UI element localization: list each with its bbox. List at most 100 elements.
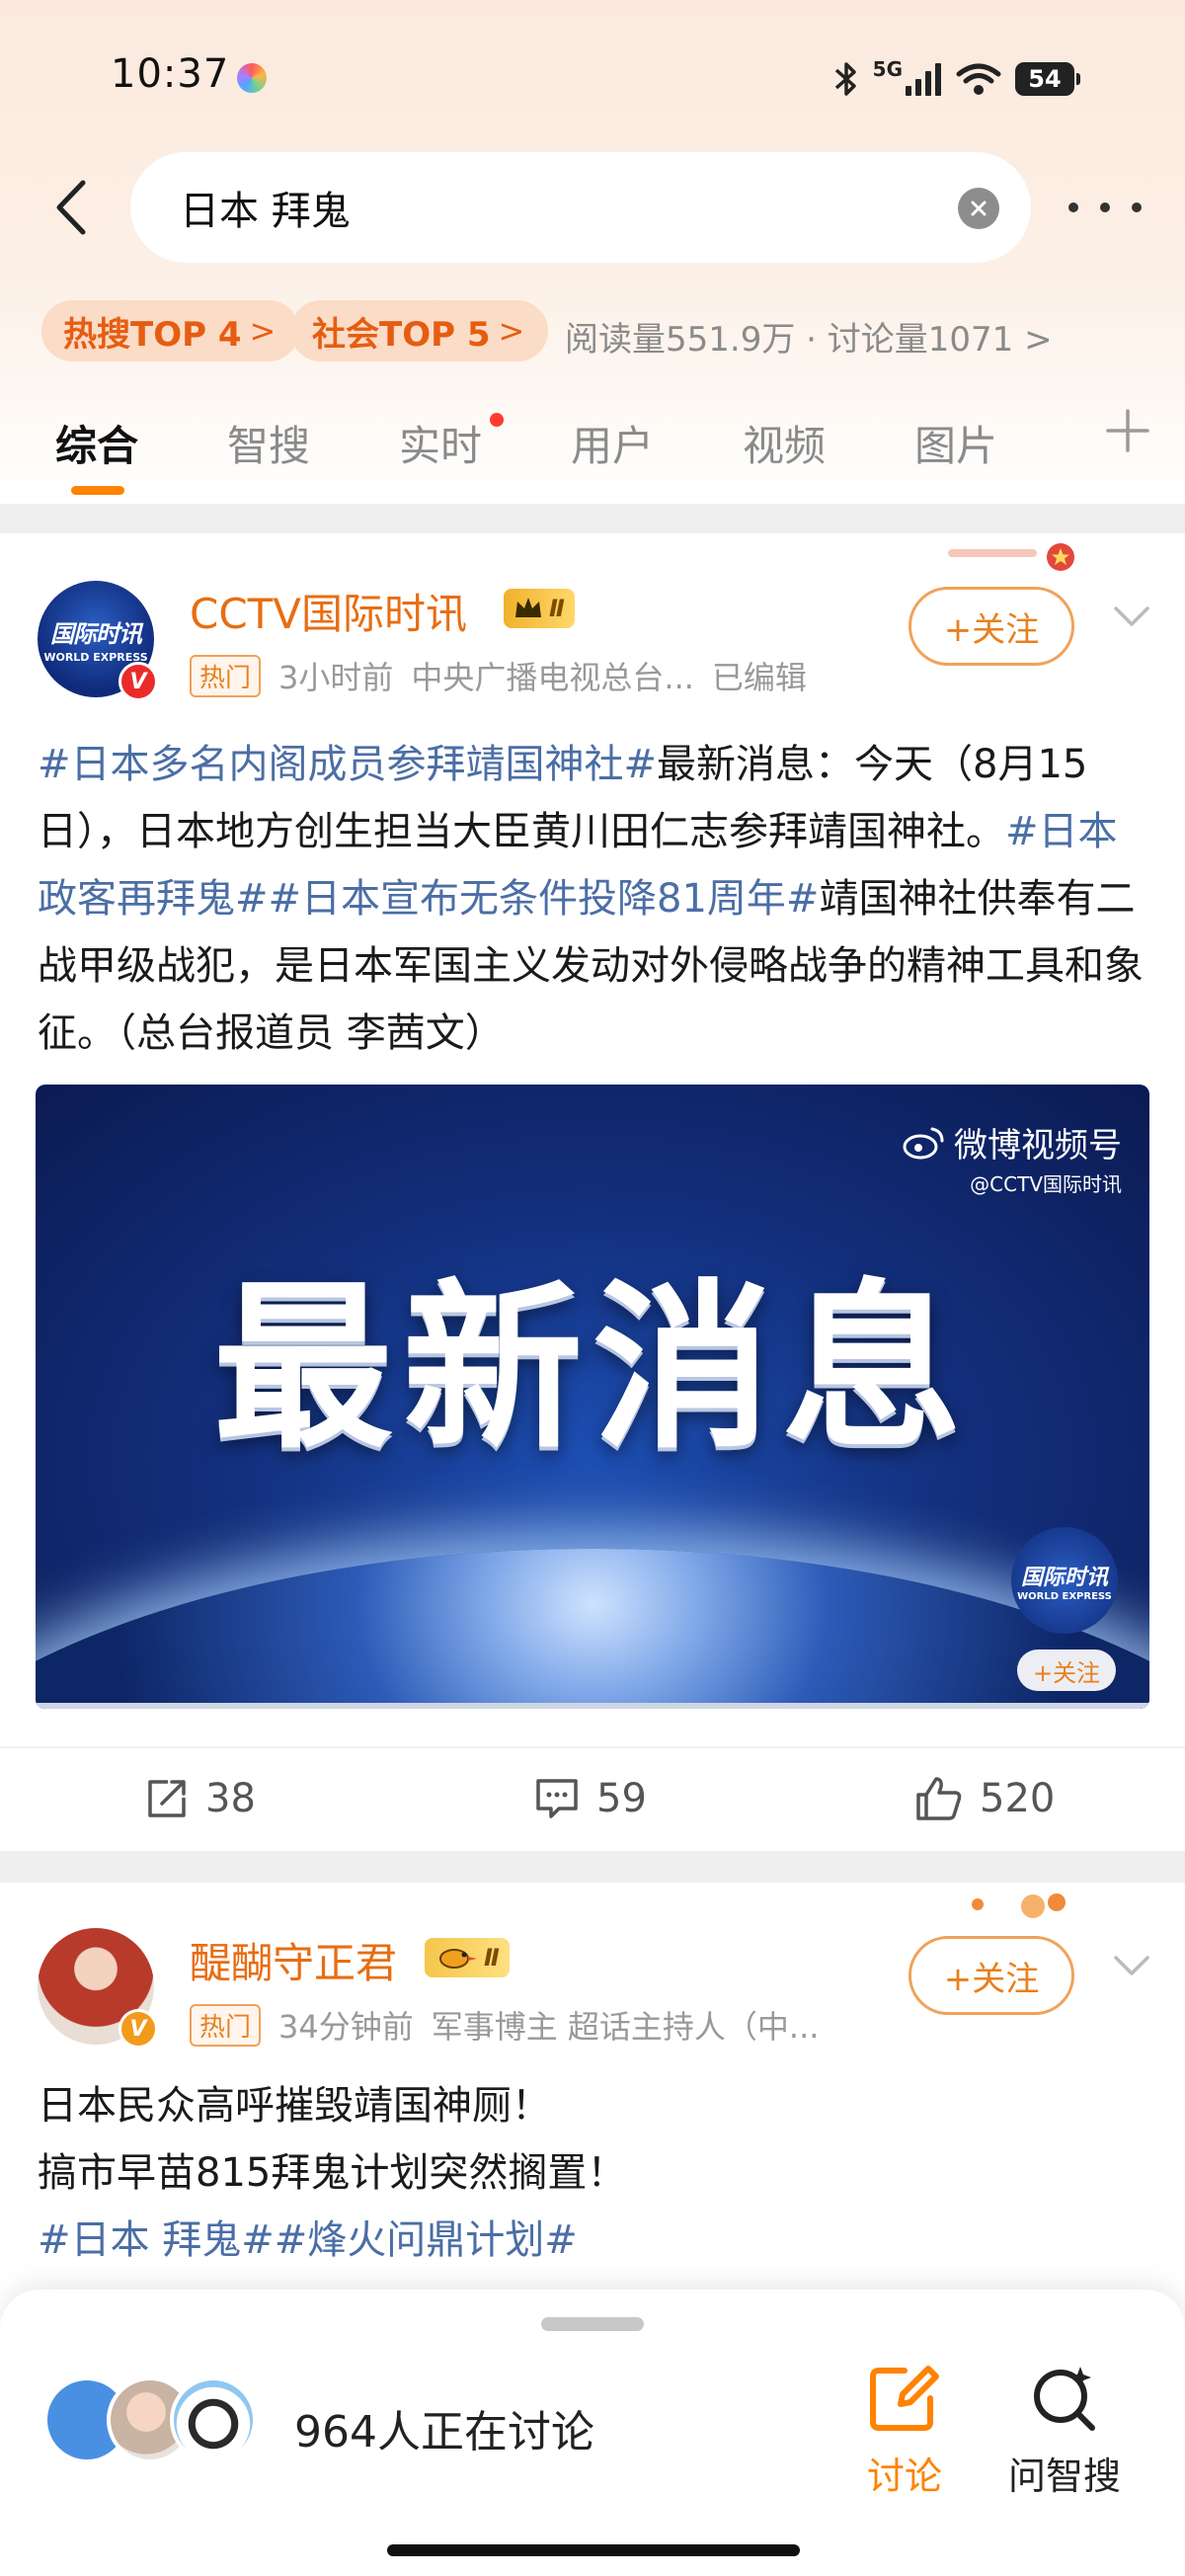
post-meta: 热门 34分钟前 军事博主 超话主持人（中... xyxy=(190,2003,820,2047)
topic-link[interactable]: #烽火问鼎计划# xyxy=(275,2217,578,2263)
avatar[interactable]: 国际时讯 WORLD EXPRESS V xyxy=(38,581,158,701)
channel-logo: 国际时讯 WORLD EXPRESS xyxy=(1011,1527,1118,1634)
video-thumbnail[interactable]: 微博视频号 @CCTV国际时讯 最新消息 国际时讯 WORLD EXPRESS … xyxy=(36,1085,1149,1709)
discuss-button[interactable]: 讨论 xyxy=(835,2363,974,2531)
header: 10:37 5G 54 日本 拜鬼 热搜TOP 4 > 社会TOP 5 > 阅读… xyxy=(0,0,1185,504)
ask-label: 问智搜 xyxy=(1007,2455,1121,2498)
follow-button[interactable]: +关注 xyxy=(908,1936,1074,2015)
comment-count: 59 xyxy=(596,1776,647,1821)
society-label: 社会TOP 5 xyxy=(312,314,491,355)
status-bar: 10:37 5G 54 xyxy=(0,0,1185,148)
crown-icon xyxy=(515,598,541,617)
tab-video[interactable]: 视频 xyxy=(743,413,826,473)
chevron-down-icon[interactable] xyxy=(1108,593,1155,640)
post-text: 日本民众高呼摧毁靖国神厕！ 搞市早苗815拜鬼计划突然搁置！ #日本 拜鬼##烽… xyxy=(38,2072,1147,2274)
more-dot-icon xyxy=(1100,202,1110,212)
post-time: 34分钟前 xyxy=(278,2008,414,2046)
avatar[interactable]: V xyxy=(38,1928,158,2049)
verified-badge-icon: V xyxy=(118,2009,158,2049)
post-card[interactable]: 国际时讯 WORLD EXPRESS V CCTV国际时讯 Ⅱ 热门 3小时前 … xyxy=(0,533,1185,1851)
more-options-button[interactable] xyxy=(1068,188,1142,227)
status-icons: 5G 54 xyxy=(833,57,1080,101)
sheet-drag-handle[interactable] xyxy=(541,2317,644,2331)
active-tab-indicator xyxy=(71,486,124,495)
home-indicator[interactable] xyxy=(387,2544,800,2556)
topic-link[interactable]: #日本多名内阁成员参拜靖国神社# xyxy=(38,742,657,787)
more-dot-icon xyxy=(1068,202,1078,212)
video-progress-bar xyxy=(36,1703,1149,1709)
chevron-down-icon[interactable] xyxy=(1108,1942,1155,1989)
post-actions: 38 59 520 xyxy=(0,1746,1185,1845)
tags-row: 热搜TOP 4 > 社会TOP 5 > 阅读量551.9万 · 讨论量1071 … xyxy=(0,300,1185,362)
repost-button[interactable]: 38 xyxy=(144,1770,256,1827)
close-icon xyxy=(971,201,987,216)
bluetooth-icon xyxy=(834,62,856,96)
member-crown-badge: Ⅱ xyxy=(504,589,575,628)
clear-search-button[interactable] xyxy=(958,188,999,229)
discuss-label: 讨论 xyxy=(866,2455,942,2498)
thumbs-up-icon xyxy=(916,1777,962,1820)
ask-smart-search-button[interactable]: 问智搜 xyxy=(995,2363,1134,2531)
back-button[interactable] xyxy=(41,172,101,243)
post-time: 3小时前 xyxy=(278,659,394,696)
avatar-logo-text: 国际时讯 xyxy=(50,620,142,648)
search-input[interactable]: 日本 拜鬼 xyxy=(130,152,1031,263)
page: 10:37 5G 54 日本 拜鬼 热搜TOP 4 > 社会TOP 5 > 阅读… xyxy=(0,0,1185,2576)
new-dot-badge xyxy=(490,413,504,427)
watermark-subtext: @CCTV国际时讯 xyxy=(970,1172,1122,1196)
channel-logo-text: 国际时讯 xyxy=(1020,1565,1108,1590)
edit-icon xyxy=(870,2366,939,2431)
app-notification-icon xyxy=(237,63,267,93)
channel-logo-subtext: WORLD EXPRESS xyxy=(1017,1590,1112,1602)
edited-label: 已编辑 xyxy=(711,659,807,696)
post-text: #日本多名内阁成员参拜靖国神社#最新消息：今天（8月15日），日本地方创生担当大… xyxy=(38,731,1147,1067)
battery-icon: 54 xyxy=(1015,62,1080,96)
add-tab-icon[interactable] xyxy=(1100,403,1155,458)
comment-button[interactable]: 59 xyxy=(533,1770,647,1827)
search-query: 日本 拜鬼 xyxy=(180,189,351,234)
tab-realtime[interactable]: 实时 xyxy=(399,413,482,473)
like-button[interactable]: 520 xyxy=(914,1770,1055,1827)
post-source: 中央广播电视总台... xyxy=(411,659,694,696)
status-time: 10:37 xyxy=(111,51,230,97)
chevron-right-icon: > xyxy=(1024,320,1053,360)
username[interactable]: CCTV国际时讯 xyxy=(190,581,467,641)
tab-comprehensive[interactable]: 综合 xyxy=(55,413,138,473)
wifi-icon xyxy=(956,63,1001,95)
member-bird-badge: Ⅱ xyxy=(425,1938,510,1977)
topic-stats[interactable]: 阅读量551.9万 · 讨论量1071 > xyxy=(565,312,1053,361)
battery-level: 54 xyxy=(1028,65,1062,93)
hot-search-chip[interactable]: 热搜TOP 4 > xyxy=(41,300,300,362)
post-text-line: 搞市早苗815拜鬼计划突然搁置！ xyxy=(38,2150,627,2196)
chevron-right-icon: > xyxy=(498,312,525,350)
follow-decoration-icon xyxy=(972,1893,1066,1918)
search-row: 日本 拜鬼 xyxy=(0,148,1185,267)
username[interactable]: 醍醐守正君 xyxy=(190,1930,397,1990)
video-follow-button[interactable]: +关注 xyxy=(1017,1650,1116,1691)
discussion-bottom-sheet[interactable]: 964人正在讨论 讨论 问智搜 xyxy=(0,2290,1185,2576)
discussing-avatars xyxy=(43,2376,280,2467)
watermark-text: 微博视频号 xyxy=(954,1126,1122,1166)
tab-images[interactable]: 图片 xyxy=(914,413,997,473)
member-level: Ⅱ xyxy=(484,1944,500,1972)
topic-link[interactable]: #日本宣布无条件投降81周年# xyxy=(269,876,820,922)
post-source: 军事博主 超话主持人（中... xyxy=(431,2008,820,2046)
topic-link[interactable]: #日本 拜鬼# xyxy=(38,2217,275,2263)
network-type: 5G xyxy=(872,57,903,81)
like-count: 520 xyxy=(980,1776,1056,1821)
earth-graphic xyxy=(36,1549,1149,1709)
follow-button[interactable]: +关注 xyxy=(908,587,1074,666)
tab-users[interactable]: 用户 xyxy=(571,413,654,473)
share-icon xyxy=(148,1780,186,1817)
smart-search-icon xyxy=(1034,2367,1095,2431)
video-title-text: 最新消息 xyxy=(213,1263,972,1473)
society-chip[interactable]: 社会TOP 5 > xyxy=(290,300,549,362)
avatar xyxy=(170,2376,257,2463)
tab-smart-search[interactable]: 智搜 xyxy=(227,413,310,473)
hot-tag: 热门 xyxy=(190,654,262,697)
bird-icon xyxy=(439,1949,477,1969)
more-dot-icon xyxy=(1132,202,1142,212)
topic-stats-text: 阅读量551.9万 · 讨论量1071 xyxy=(565,320,1014,360)
member-level: Ⅱ xyxy=(549,595,565,622)
chevron-left-icon xyxy=(56,180,86,235)
